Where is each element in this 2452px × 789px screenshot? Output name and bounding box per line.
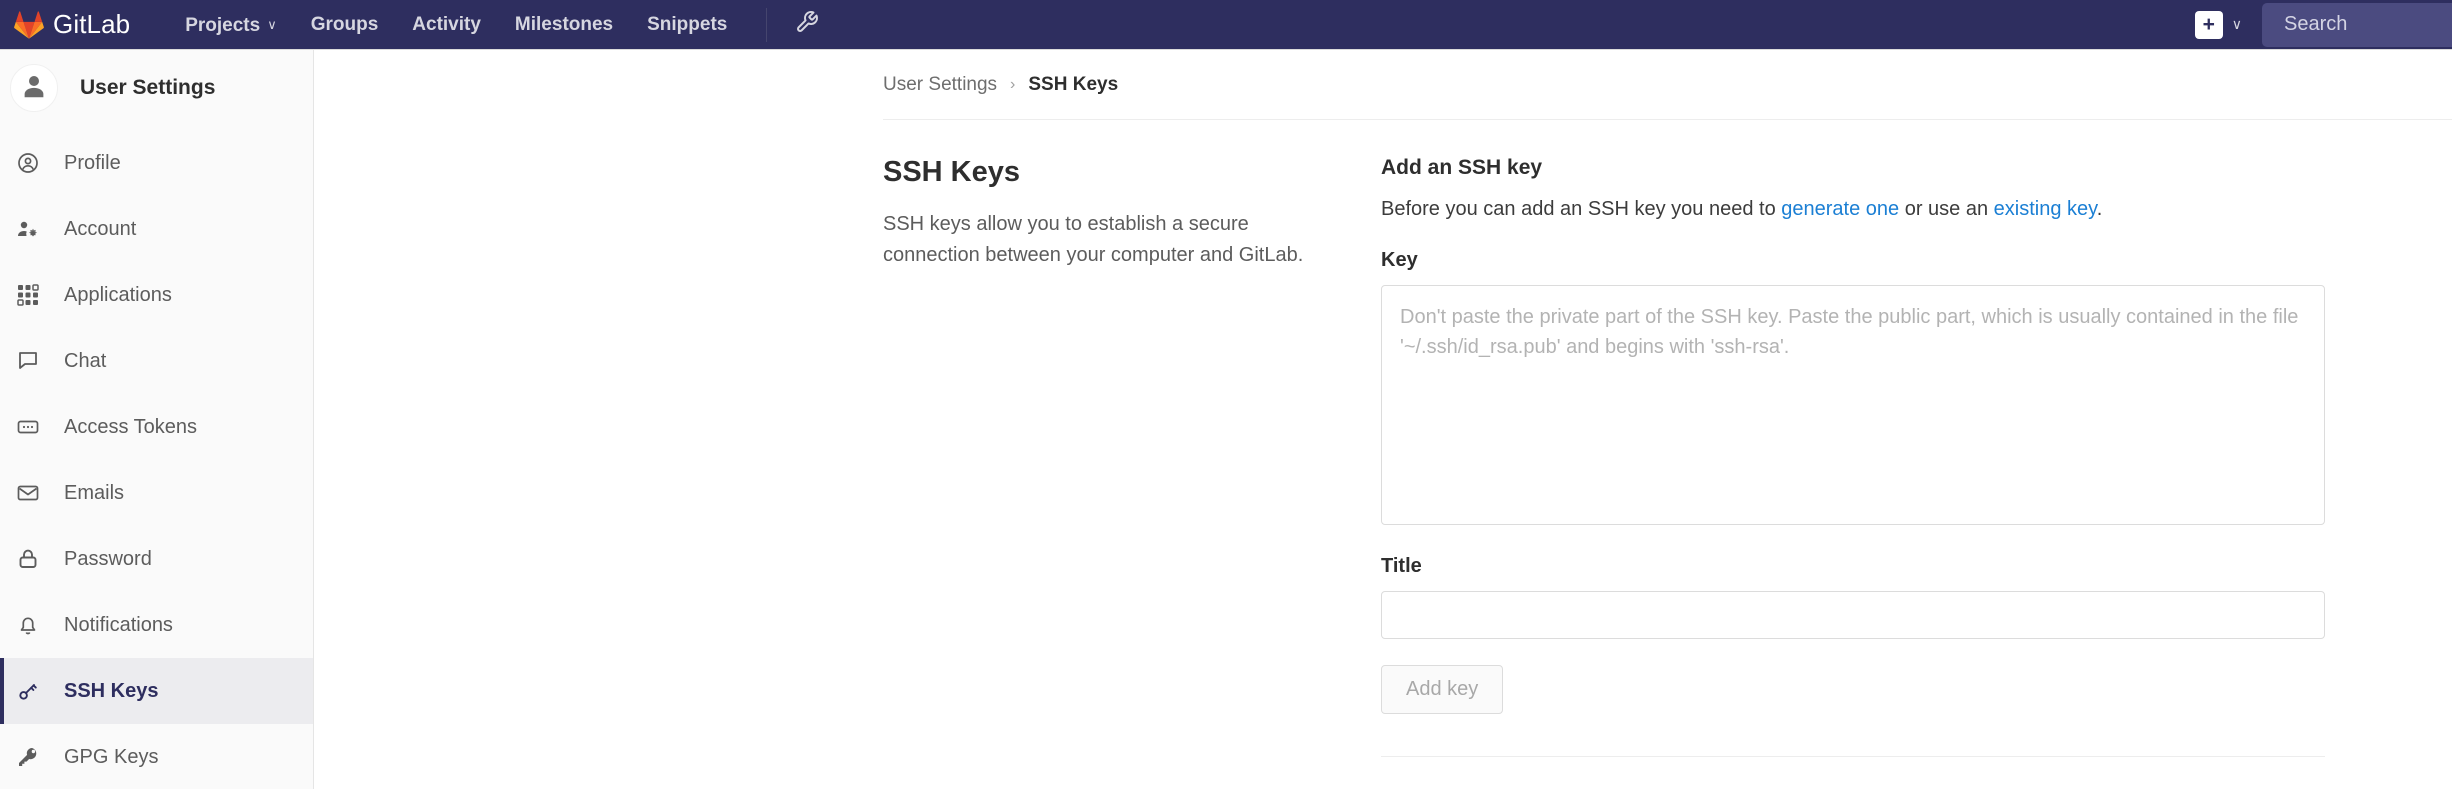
sidebar-item-gpg-keys-label: GPG Keys — [64, 746, 158, 769]
breadcrumb-separator-icon: › — [1010, 76, 1015, 94]
wrench-icon — [795, 10, 819, 39]
add-ssh-key-form: Add an SSH key Before you can add an SSH… — [1381, 156, 2326, 789]
sidebar-item-ssh-keys-label: SSH Keys — [64, 680, 159, 703]
nav-link-milestones[interactable]: Milestones — [498, 0, 630, 50]
breadcrumb-parent[interactable]: User Settings — [883, 74, 997, 96]
user-avatar-icon — [19, 71, 49, 106]
navbar-links: Projects ∨ Groups Activity Milestones Sni… — [168, 0, 835, 50]
sidebar-item-chat-label: Chat — [64, 350, 106, 373]
sidebar-item-gpg-keys[interactable]: GPG Keys — [0, 724, 313, 789]
form-spacer-2 — [1381, 639, 2326, 665]
sidebar-item-password-label: Password — [64, 548, 152, 571]
form-description-part1: Before you can add an SSH key you need t… — [1381, 198, 1781, 220]
lock-icon — [14, 545, 42, 573]
gitlab-tanuki-icon — [14, 10, 44, 40]
key-icon — [14, 677, 42, 705]
key-icon — [14, 743, 42, 771]
avatar — [10, 64, 58, 112]
breadcrumb: User Settings › SSH Keys — [315, 50, 2452, 96]
search-input[interactable]: Search — [2262, 3, 2452, 47]
main-content: User Settings › SSH Keys SSH Keys SSH ke… — [315, 50, 2452, 789]
chat-bubble-icon — [14, 347, 42, 375]
sidebar-item-password[interactable]: Password — [0, 526, 313, 592]
key-input[interactable] — [1381, 285, 2325, 525]
settings-row: SSH Keys SSH keys allow you to establish… — [315, 120, 2452, 789]
sidebar-item-notifications[interactable]: Notifications — [0, 592, 313, 658]
keys-section-divider — [1381, 756, 2325, 757]
nav-link-groups[interactable]: Groups — [294, 0, 396, 50]
envelope-icon — [14, 479, 42, 507]
sidebar-nav: Profile Account — [0, 126, 313, 789]
top-navbar: GitLab Projects ∨ Groups Activity Milesto… — [0, 0, 2452, 50]
page-title: SSH Keys — [883, 156, 1331, 189]
form-description-part3: . — [2097, 198, 2103, 220]
nav-link-projects-label: Projects — [185, 15, 260, 36]
sidebar-item-access-tokens[interactable]: Access Tokens — [0, 394, 313, 460]
settings-description-column: SSH Keys SSH keys allow you to establish… — [883, 156, 1381, 789]
form-description-part2: or use an — [1899, 198, 1994, 220]
title-field-label: Title — [1381, 555, 2326, 578]
sidebar-item-account-label: Account — [64, 218, 136, 241]
settings-sidebar: User Settings Profile Account — [0, 50, 314, 789]
access-token-icon — [14, 413, 42, 441]
bell-icon — [14, 611, 42, 639]
generate-one-link[interactable]: generate one — [1781, 198, 1899, 220]
form-description: Before you can add an SSH key you need t… — [1381, 198, 2326, 221]
title-input[interactable] — [1381, 591, 2325, 639]
sidebar-item-emails-label: Emails — [64, 482, 124, 505]
sidebar-item-profile[interactable]: Profile — [0, 130, 313, 196]
sidebar-header: User Settings — [0, 50, 313, 126]
sidebar-item-applications[interactable]: Applications — [0, 262, 313, 328]
account-gear-icon — [14, 215, 42, 243]
add-key-button[interactable]: Add key — [1381, 665, 1503, 714]
sidebar-item-chat[interactable]: Chat — [0, 328, 313, 394]
nav-link-snippets[interactable]: Snippets — [630, 0, 744, 50]
page-description: SSH keys allow you to establish a secure… — [883, 209, 1331, 271]
navbar-right: + ∨ Search — [2195, 0, 2452, 50]
sidebar-item-emails[interactable]: Emails — [0, 460, 313, 526]
nav-link-activity[interactable]: Activity — [395, 0, 498, 50]
form-spacer — [1381, 525, 2326, 555]
form-heading: Add an SSH key — [1381, 156, 2326, 180]
chevron-down-icon: ∨ — [267, 0, 277, 50]
new-item-button[interactable]: + — [2195, 11, 2223, 39]
new-item-chevron-down-icon[interactable]: ∨ — [2232, 16, 2242, 33]
sidebar-item-access-tokens-label: Access Tokens — [64, 416, 197, 439]
sidebar-title: User Settings — [80, 76, 215, 100]
sidebar-item-account[interactable]: Account — [0, 196, 313, 262]
nav-link-projects[interactable]: Projects ∨ — [168, 0, 294, 50]
sidebar-item-notifications-label: Notifications — [64, 614, 173, 637]
applications-grid-icon — [14, 281, 42, 309]
existing-key-link[interactable]: existing key — [1994, 198, 2097, 220]
sidebar-item-profile-label: Profile — [64, 152, 121, 175]
admin-area-button[interactable] — [779, 0, 835, 50]
sidebar-item-applications-label: Applications — [64, 284, 172, 307]
gitlab-brand-text: GitLab — [53, 9, 130, 40]
profile-icon — [14, 149, 42, 177]
breadcrumb-current: SSH Keys — [1028, 74, 1118, 96]
key-field-label: Key — [1381, 249, 2326, 272]
navbar-divider — [766, 8, 767, 42]
gitlab-home-link[interactable]: GitLab — [0, 0, 130, 50]
sidebar-item-ssh-keys[interactable]: SSH Keys — [0, 658, 313, 724]
